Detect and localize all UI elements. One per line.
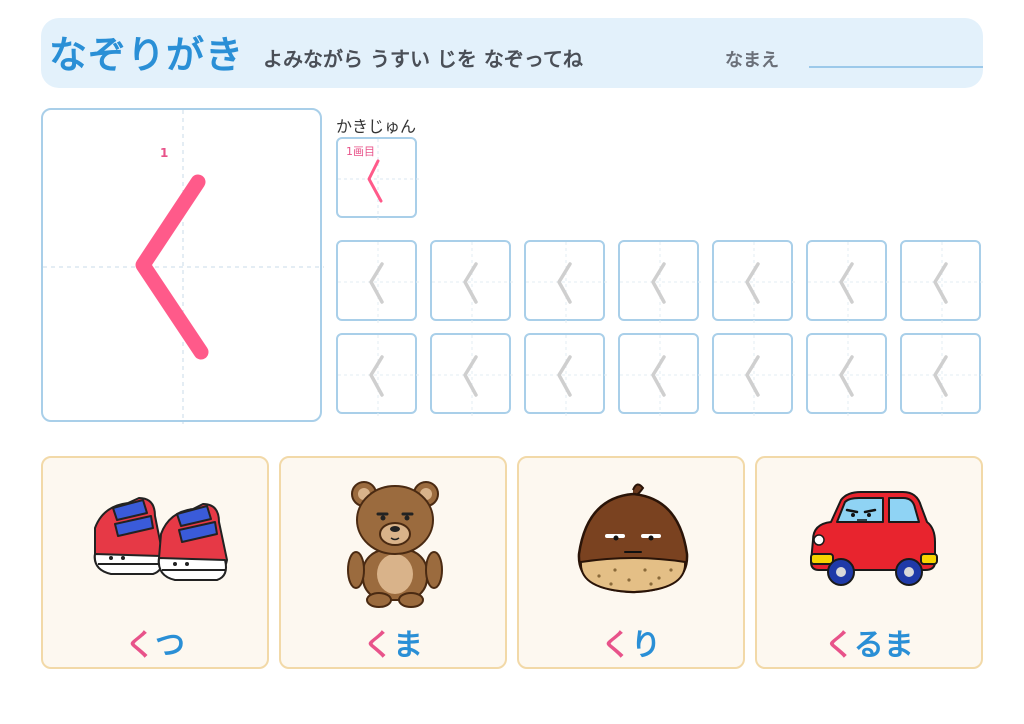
trace-box[interactable] — [712, 333, 795, 416]
trace-box[interactable] — [712, 240, 795, 323]
trace-box[interactable] — [336, 240, 419, 323]
model-character-box: 1 — [41, 108, 324, 424]
name-label: なまえ — [725, 50, 779, 71]
trace-box[interactable] — [806, 333, 889, 416]
word-card-kuruma: くるま — [755, 456, 983, 669]
trace-box[interactable] — [524, 333, 607, 416]
trace-box[interactable] — [336, 333, 419, 416]
model-character-grid: 1 — [43, 110, 324, 424]
worksheet-instructions: よみながら うすい じを なぞってね — [263, 47, 583, 71]
trace-box[interactable] — [430, 333, 513, 416]
word-card-kuma: くま — [279, 456, 507, 669]
sneakers-icon — [93, 497, 228, 581]
stroke-order-step-1: 1画目 — [336, 137, 419, 220]
worksheet-title: なぞりがき — [49, 33, 245, 77]
trace-box[interactable] — [900, 333, 983, 416]
bear-icon — [347, 481, 443, 608]
word-kuma: くま — [363, 628, 423, 663]
name-field[interactable] — [809, 66, 983, 68]
word-kuri: くり — [601, 628, 661, 663]
trace-box[interactable] — [618, 240, 701, 323]
trace-box[interactable] — [618, 333, 701, 416]
worksheet-header: なぞりがき よみながら うすい じを なぞってね なまえ — [41, 18, 983, 88]
chestnut-icon — [577, 483, 689, 594]
trace-box[interactable] — [430, 240, 513, 323]
word-card-kuri: くり — [517, 456, 745, 669]
word-card-kutsu: くつ — [41, 456, 269, 669]
trace-box[interactable] — [524, 240, 607, 323]
word-kutsu: くつ — [125, 628, 185, 663]
car-icon — [810, 491, 938, 586]
trace-box[interactable] — [900, 240, 983, 323]
stroke-order-step-label: 1画目 — [346, 145, 375, 158]
word-kuruma: くるま — [824, 628, 914, 663]
stroke-order-label: かきじゅん — [336, 117, 417, 136]
stroke-number: 1 — [160, 146, 168, 160]
trace-box[interactable] — [806, 240, 889, 323]
